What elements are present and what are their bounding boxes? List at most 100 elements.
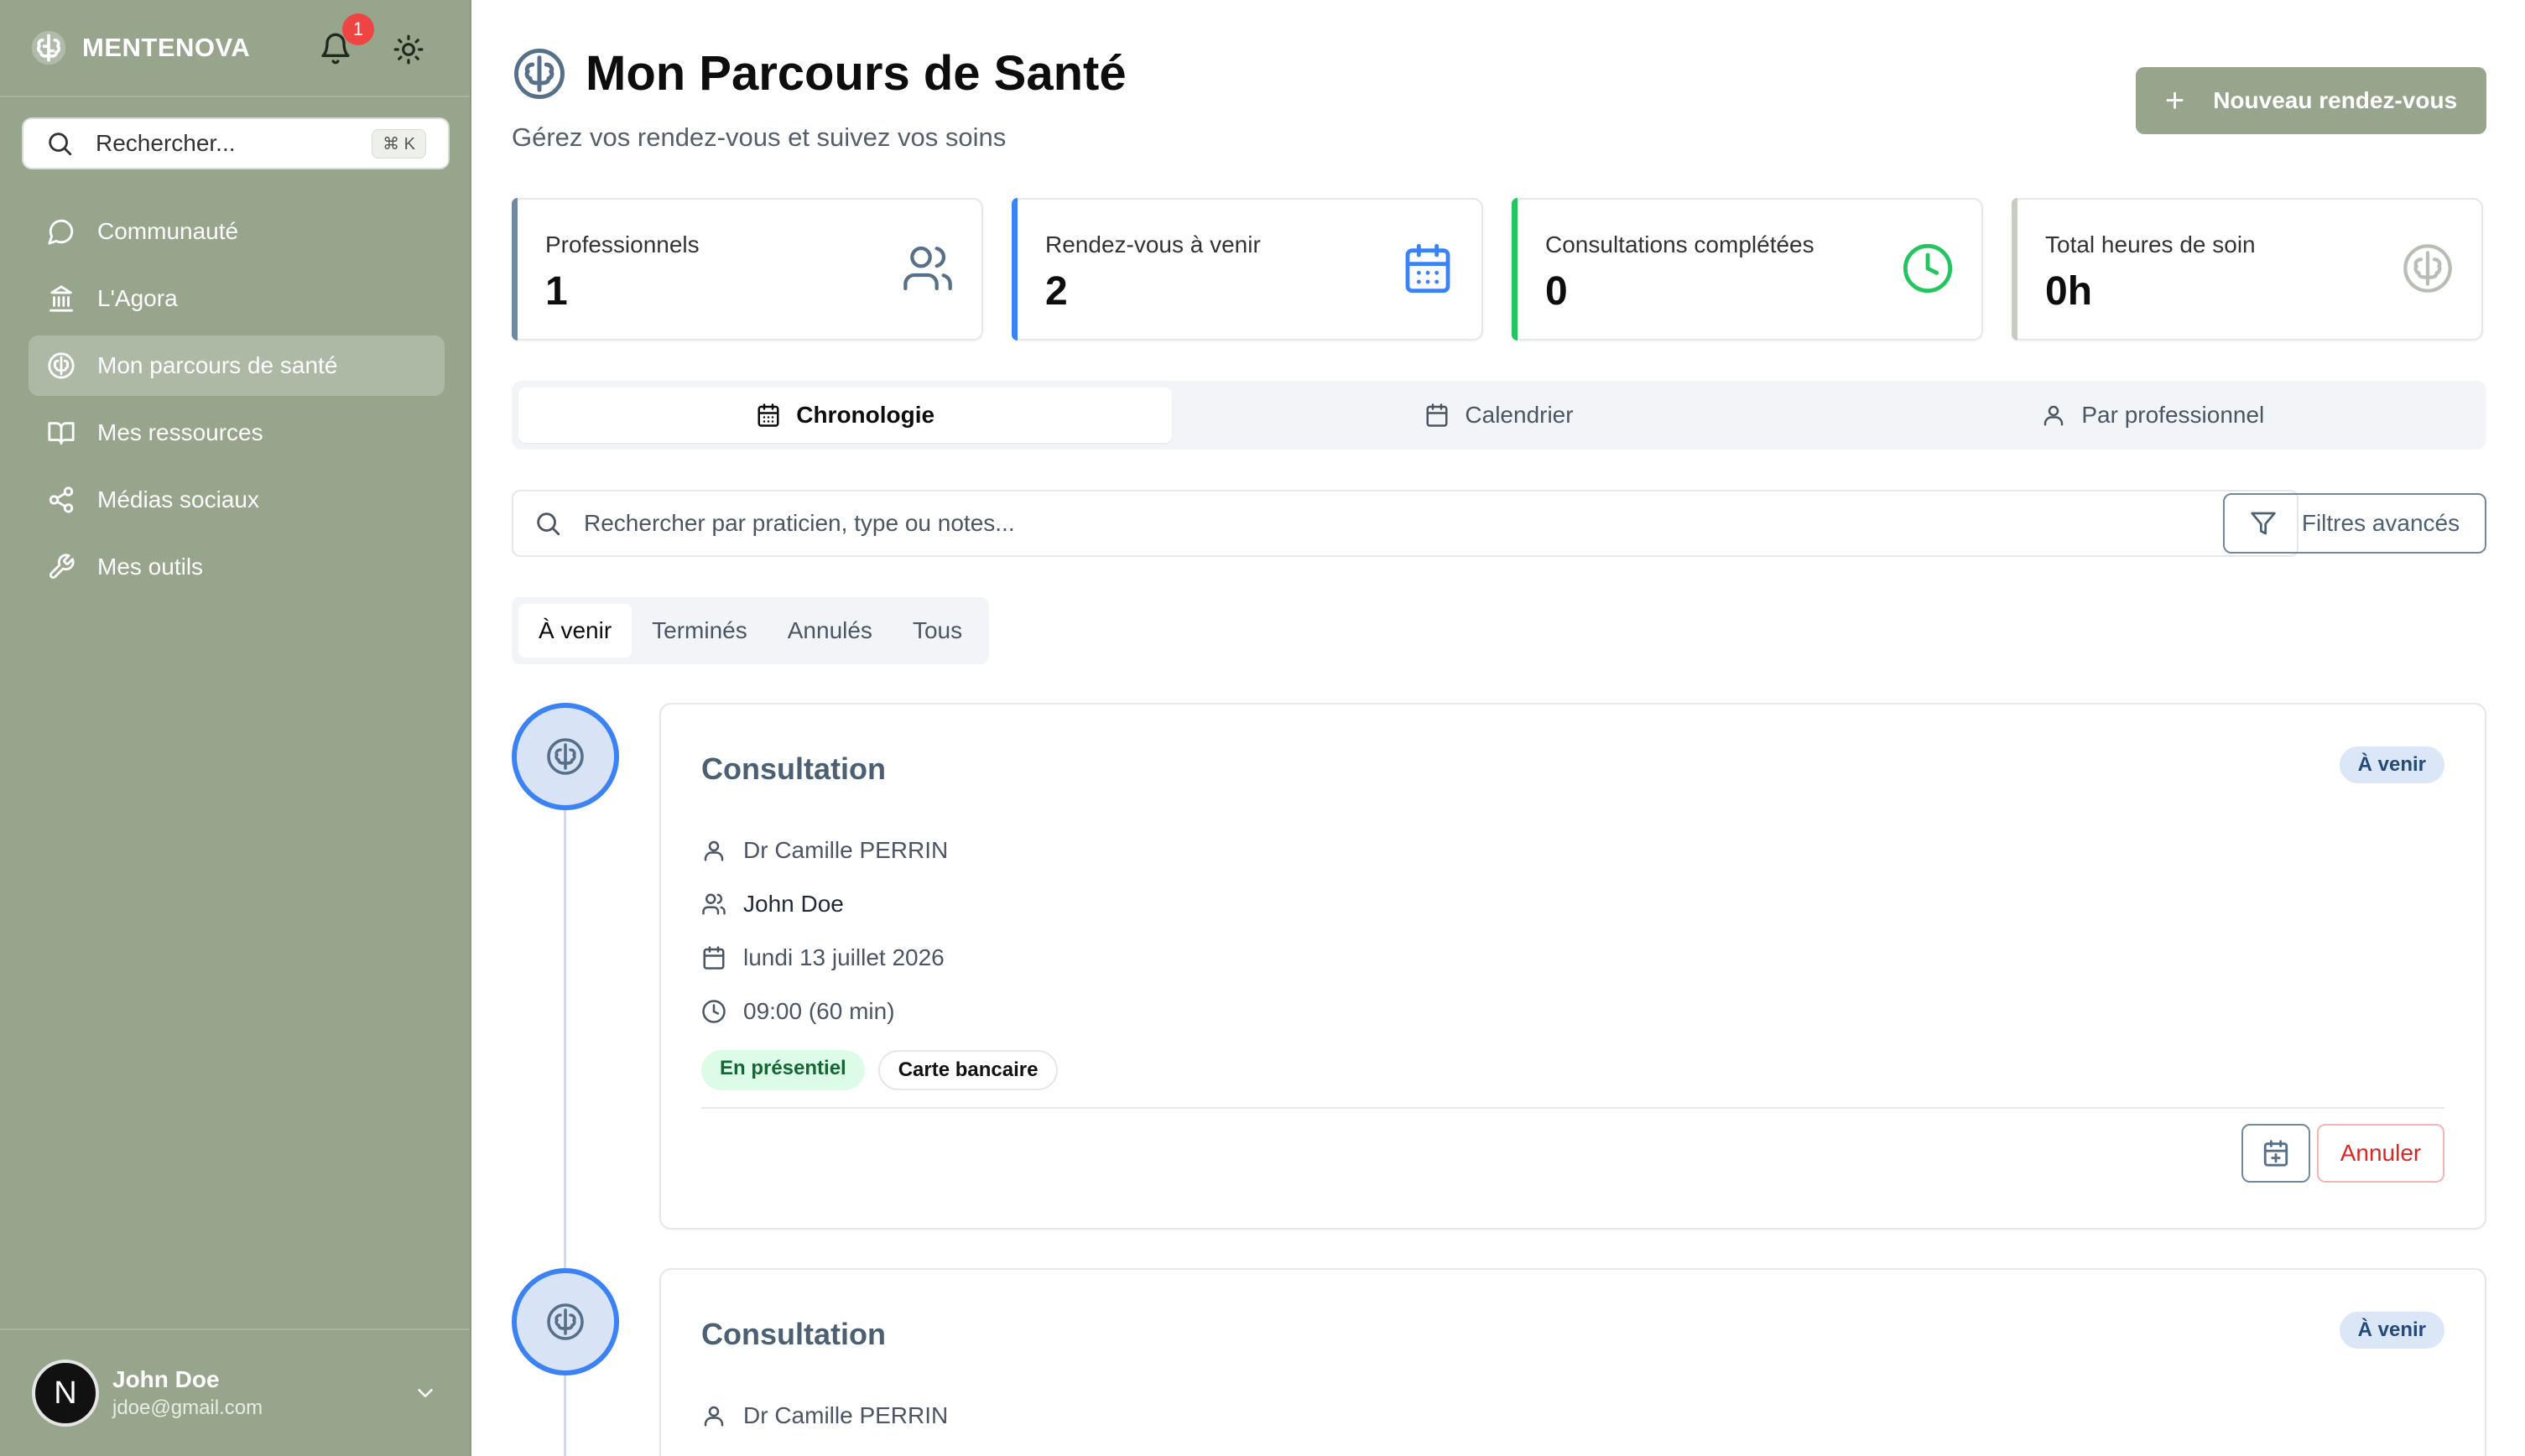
share-icon — [49, 486, 74, 513]
appointment-type: Consultation — [701, 751, 886, 786]
notification-badge: 1 — [342, 13, 374, 45]
brain-icon — [514, 48, 565, 99]
timeline-node — [512, 703, 619, 810]
users-icon — [903, 246, 952, 291]
user-email: jdoe@gmail.com — [112, 1396, 263, 1419]
user-icon — [2044, 405, 2064, 426]
tag-mode: En présentiel — [701, 1050, 865, 1090]
sidebar-item-communaute[interactable]: Communauté — [29, 201, 445, 262]
practitioner-name: Dr Camille PERRIN — [743, 837, 949, 863]
brain-icon — [547, 1303, 584, 1340]
calendar-plus-icon — [2263, 1140, 2288, 1167]
new-appointment-button[interactable]: + Nouveau rendez-vous — [2136, 67, 2486, 134]
user-info: John Doe jdoe@gmail.com — [112, 1366, 413, 1420]
practitioner-name: Dr Camille PERRIN — [743, 1402, 949, 1428]
appointments-search[interactable] — [512, 490, 2299, 557]
sidebar-item-label: Médias sociaux — [97, 486, 259, 512]
appointment-card[interactable]: Consultation À venir Dr Camille PERRIN J… — [659, 703, 2486, 1230]
calendar-icon — [758, 403, 779, 427]
tag-payment: Carte bancaire — [877, 1050, 1059, 1090]
practitioner-row: Dr Camille PERRIN — [701, 1402, 948, 1429]
search-icon — [537, 512, 560, 536]
advanced-filters-label: Filtres avancés — [2301, 510, 2460, 536]
calendar-icon — [703, 946, 725, 970]
brain-icon — [547, 738, 584, 775]
sidebar-search[interactable]: Rechercher... ⌘ K — [22, 117, 450, 169]
clock-icon — [1903, 243, 1953, 294]
appointment-tags: En présentiel Carte bancaire — [701, 1050, 1059, 1090]
tab-label: Calendrier — [1465, 402, 1574, 428]
sidebar-nav: Communauté L'Agora Mon parcours de santé… — [29, 201, 445, 604]
tab-chronologie[interactable]: Chronologie — [518, 387, 1173, 443]
new-appointment-label: Nouveau rendez-vous — [2213, 87, 2458, 113]
search-input[interactable] — [584, 510, 2277, 537]
appointment-date: lundi 13 juillet 2026 — [743, 944, 945, 970]
sidebar-item-ressources[interactable]: Mes ressources — [29, 403, 445, 463]
filter-icon — [2251, 512, 2276, 535]
patient-row: John Doe — [701, 891, 844, 918]
sidebar-search-placeholder: Rechercher... — [96, 130, 236, 156]
tab-par-professionnel[interactable]: Par professionnel — [1826, 387, 2480, 443]
sidebar-item-label: Mes outils — [97, 554, 204, 580]
avatar: N — [32, 1360, 99, 1427]
sidebar-item-medias-sociaux[interactable]: Médias sociaux — [29, 470, 445, 530]
search-icon — [49, 133, 72, 156]
chevron-down-icon[interactable] — [413, 1381, 438, 1406]
patient-name: John Doe — [743, 891, 844, 917]
app-name: MENTENOVA — [82, 33, 251, 62]
sidebar-item-label: Mon parcours de santé — [97, 352, 338, 378]
cancel-button[interactable]: Annuler — [2317, 1124, 2444, 1183]
tab-label: Par professionnel — [2081, 402, 2265, 428]
user-icon — [704, 840, 724, 861]
tab-tous[interactable]: Tous — [893, 604, 982, 658]
user-name: John Doe — [112, 1366, 220, 1392]
appointment-card[interactable]: Consultation À venir Dr Camille PERRIN — [659, 1268, 2486, 1456]
user-menu[interactable]: N John Doe jdoe@gmail.com — [0, 1329, 470, 1456]
timeline-node — [512, 1268, 619, 1375]
sidebar-item-agora[interactable]: L'Agora — [29, 268, 445, 329]
appointment-time: 09:00 (60 min) — [743, 998, 895, 1024]
wrench-icon — [49, 554, 75, 580]
view-tabs: Chronologie Calendrier Par professionnel — [512, 381, 2486, 450]
users-icon — [702, 893, 726, 915]
practitioner-row: Dr Camille PERRIN — [701, 837, 948, 864]
tab-calendrier[interactable]: Calendrier — [1172, 387, 1825, 443]
stat-card-professionnels: Professionnels 1 — [512, 198, 983, 341]
user-icon — [704, 1406, 724, 1427]
divider — [701, 1107, 2444, 1109]
book-open-icon — [48, 422, 75, 445]
brain-icon — [2403, 244, 2452, 293]
advanced-filters-button[interactable]: Filtres avancés — [2223, 493, 2486, 554]
appointment-type: Consultation — [701, 1317, 886, 1351]
reschedule-button[interactable] — [2241, 1124, 2310, 1183]
sidebar-item-label: Mes ressources — [97, 419, 263, 445]
sidebar-item-outils[interactable]: Mes outils — [29, 537, 445, 597]
tab-termines[interactable]: Terminés — [632, 604, 768, 658]
page-title: Mon Parcours de Santé — [586, 46, 1127, 101]
sidebar-item-label: L'Agora — [97, 285, 178, 311]
stat-card-consultations: Consultations complétées 0 — [1512, 198, 1983, 341]
status-badge: À venir — [2339, 1312, 2444, 1349]
sidebar-item-parcours-sante[interactable]: Mon parcours de santé — [29, 335, 445, 396]
status-tabs: À venir Terminés Annulés Tous — [512, 597, 990, 664]
plus-icon: + — [2164, 82, 2185, 119]
date-row: lundi 13 juillet 2026 — [701, 944, 945, 971]
stats-row: Professionnels 1 Rendez-vous à venir 2 C… — [512, 198, 2483, 341]
tab-a-venir[interactable]: À venir — [518, 604, 633, 658]
landmark-icon — [49, 285, 74, 312]
clock-icon — [702, 1000, 726, 1023]
search-shortcut: ⌘ K — [372, 128, 426, 159]
sidebar: MENTENOVA 1 Rechercher... ⌘ K Communauté… — [0, 0, 471, 1456]
sidebar-item-label: Communauté — [97, 218, 239, 244]
tab-label: Chronologie — [796, 402, 935, 428]
page-header: Mon Parcours de Santé — [512, 45, 1127, 101]
stat-card-rendez-vous: Rendez-vous à venir 2 — [1012, 198, 1483, 341]
status-badge: À venir — [2339, 746, 2444, 783]
time-row: 09:00 (60 min) — [701, 998, 895, 1025]
message-circle-icon — [48, 219, 74, 245]
sun-icon[interactable] — [393, 34, 424, 65]
brain-logo-icon — [31, 30, 66, 65]
page-subtitle: Gérez vos rendez-vous et suivez vos soin… — [512, 122, 1007, 152]
brain-icon — [48, 352, 75, 379]
tab-annules[interactable]: Annulés — [768, 604, 893, 658]
